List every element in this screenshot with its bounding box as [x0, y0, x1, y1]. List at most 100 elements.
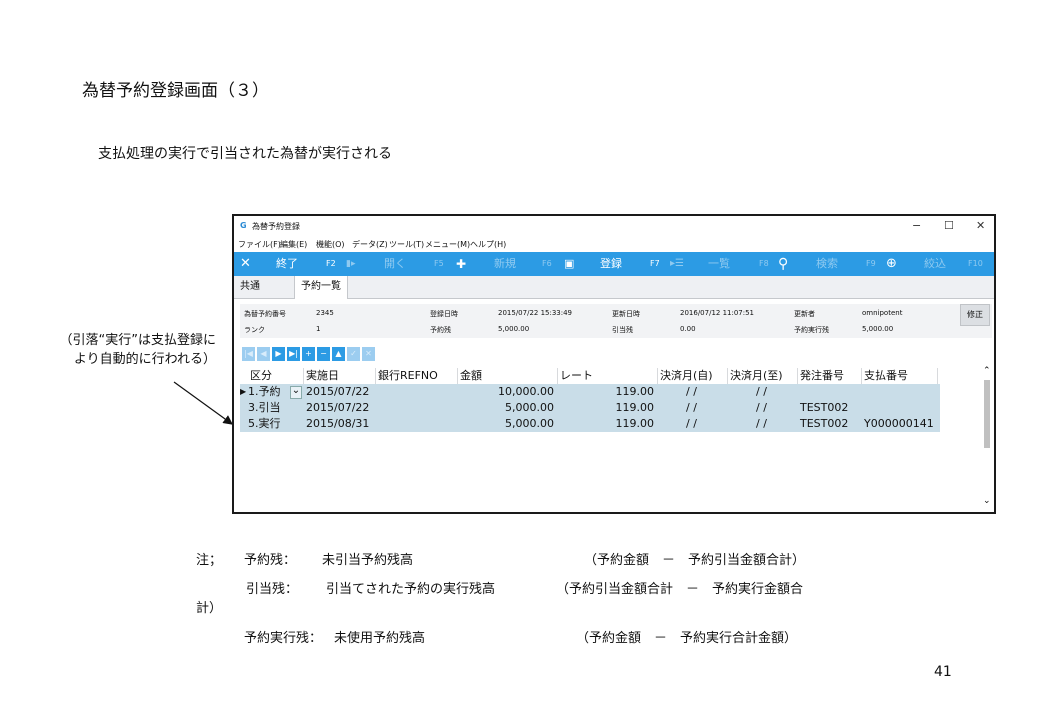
table-row[interactable]: ▶ 1.予約 ⌄ 2015/07/22 10,000.00 119.00 / /…: [240, 384, 940, 400]
header-info-panel: 為替予約番号 2345 登録日時 2015/07/22 15:33:49 更新日…: [240, 304, 992, 338]
table-row[interactable]: 3.引当 2015/07/22 5,000.00 119.00 / / / / …: [240, 400, 940, 416]
nav-last-button[interactable]: ▶|: [287, 347, 300, 361]
col-header-ref[interactable]: 銀行REFNO: [376, 368, 458, 384]
filter-button[interactable]: 絞込: [924, 252, 946, 276]
register-icon: ▣: [564, 257, 575, 270]
cell-rate[interactable]: 119.00: [558, 416, 655, 432]
col-header-rate[interactable]: レート: [558, 368, 658, 384]
menu-tools[interactable]: ツール(T): [389, 239, 424, 250]
cell-amount[interactable]: 10,000.00: [458, 384, 554, 400]
note-2-term: 引当残：: [246, 582, 299, 597]
col-header-date[interactable]: 実施日: [304, 368, 376, 384]
cell-settle-from[interactable]: / /: [686, 400, 697, 416]
search-icon: ⚲: [778, 256, 789, 272]
slide-title: 為替予約登録画面（３）: [82, 81, 269, 101]
col-header-settle-from[interactable]: 決済月(自): [658, 368, 728, 384]
table-row[interactable]: 5.実行 2015/08/31 5,000.00 119.00 / / / / …: [240, 416, 940, 432]
rank-value: 1: [316, 325, 321, 333]
filter-icon: ⊕: [886, 256, 897, 271]
menu-help[interactable]: ヘルプ(H): [470, 239, 506, 250]
exit-button[interactable]: 終了: [276, 252, 298, 276]
menu-file[interactable]: ファイル(F): [238, 239, 281, 250]
menu-function[interactable]: 機能(O): [316, 239, 345, 250]
menu-data[interactable]: データ(Z): [352, 239, 388, 250]
note-2-formula: （予約引当金額合計 － 予約実行金額合: [556, 582, 804, 597]
col-header-order-no[interactable]: 発注番号: [798, 368, 862, 384]
cell-settle-from[interactable]: / /: [686, 384, 697, 400]
col-header-amount[interactable]: 金額: [458, 368, 558, 384]
scroll-thumb[interactable]: [984, 380, 990, 448]
app-icon: G: [240, 221, 247, 230]
open-icon: ▮▸: [346, 259, 356, 269]
window-titlebar: G 為替予約登録 − ☐ ✕: [234, 216, 994, 236]
cell-date[interactable]: 2015/07/22: [306, 384, 369, 400]
reserve-no-label: 為替予約番号: [244, 310, 286, 318]
cell-amount[interactable]: 5,000.00: [458, 400, 554, 416]
close-button[interactable]: ✕: [976, 219, 985, 232]
note-3-desc: 未使用予約残高: [334, 631, 426, 646]
note-1-term: 予約残：: [244, 553, 297, 568]
menu-menu[interactable]: メニュー(M): [425, 239, 470, 250]
scroll-down-icon[interactable]: ⌄: [983, 496, 991, 506]
edit-button[interactable]: 修正: [960, 304, 990, 326]
cell-rate[interactable]: 119.00: [558, 384, 655, 400]
f6-key-label: F6: [542, 259, 552, 268]
chevron-down-icon[interactable]: ⌄: [290, 386, 302, 399]
cell-rate[interactable]: 119.00: [558, 400, 655, 416]
col-header-settle-to[interactable]: 決済月(至): [728, 368, 798, 384]
cell-settle-to[interactable]: / /: [756, 416, 767, 432]
remaining-value: 5,000.00: [498, 325, 530, 333]
nav-prev-button[interactable]: ◀: [257, 347, 270, 361]
search-button[interactable]: 検索: [816, 252, 838, 276]
page-number: 41: [934, 664, 952, 680]
tab-bar: 共通 予約一覧: [234, 276, 994, 299]
scroll-up-icon[interactable]: ⌃: [983, 366, 991, 376]
exec-remaining-label: 予約実行残: [794, 326, 829, 334]
remaining-label: 予約残: [430, 326, 451, 334]
menu-edit[interactable]: 編集(E): [280, 239, 307, 250]
note-2-wrap: 計）: [196, 601, 223, 616]
f2-key-label: F2: [326, 259, 336, 268]
open-button[interactable]: 開く: [384, 252, 406, 276]
tab-reservation-list[interactable]: 予約一覧: [294, 276, 348, 299]
menu-bar: ファイル(F) 編集(E) 機能(O) データ(Z) ツール(T) メニュー(M…: [234, 236, 994, 252]
list-button[interactable]: 一覧: [708, 252, 730, 276]
nav-cancel-button[interactable]: ✕: [362, 347, 375, 361]
nav-remove-button[interactable]: −: [317, 347, 330, 361]
note-1-desc: 未引当予約残高: [322, 553, 414, 568]
nav-first-button[interactable]: |◀: [242, 347, 255, 361]
note-3-formula: （予約金額 － 予約実行合計金額）: [576, 631, 798, 646]
new-button[interactable]: 新規: [494, 252, 516, 276]
f8-key-label: F8: [759, 259, 769, 268]
col-header-kubun[interactable]: 区分: [248, 368, 304, 384]
updated-label: 更新日時: [612, 310, 640, 318]
cell-kubun[interactable]: 5.実行: [248, 416, 281, 432]
tab-common[interactable]: 共通: [234, 276, 266, 298]
cell-settle-to[interactable]: / /: [756, 384, 767, 400]
nav-add-button[interactable]: +: [302, 347, 315, 361]
cell-amount[interactable]: 5,000.00: [458, 416, 554, 432]
grid-scrollbar[interactable]: ⌃ ⌄: [982, 366, 992, 508]
col-header-payment-no[interactable]: 支払番号: [862, 368, 938, 384]
cell-date[interactable]: 2015/08/31: [306, 416, 369, 432]
f9-key-label: F9: [866, 259, 876, 268]
f5-key-label: F5: [434, 259, 444, 268]
cell-settle-from[interactable]: / /: [686, 416, 697, 432]
nav-confirm-button[interactable]: ✓: [347, 347, 360, 361]
register-button[interactable]: 登録: [600, 252, 622, 276]
notes-prefix: 注；: [196, 553, 223, 568]
f10-key-label: F10: [968, 259, 983, 268]
row-selected-marker: ▶: [240, 387, 247, 396]
nav-up-button[interactable]: ▲: [332, 347, 345, 361]
cell-payment-no[interactable]: Y000000141: [864, 416, 934, 432]
cell-kubun[interactable]: 3.引当: [248, 400, 281, 416]
cell-order-no[interactable]: TEST002: [800, 400, 848, 416]
registered-label: 登録日時: [430, 310, 458, 318]
cell-date[interactable]: 2015/07/22: [306, 400, 369, 416]
cell-order-no[interactable]: TEST002: [800, 416, 848, 432]
cell-settle-to[interactable]: / /: [756, 400, 767, 416]
cell-kubun[interactable]: 1.予約: [248, 384, 281, 400]
maximize-button[interactable]: ☐: [944, 219, 954, 232]
minimize-button[interactable]: −: [912, 219, 921, 232]
nav-next-button[interactable]: ▶: [272, 347, 285, 361]
